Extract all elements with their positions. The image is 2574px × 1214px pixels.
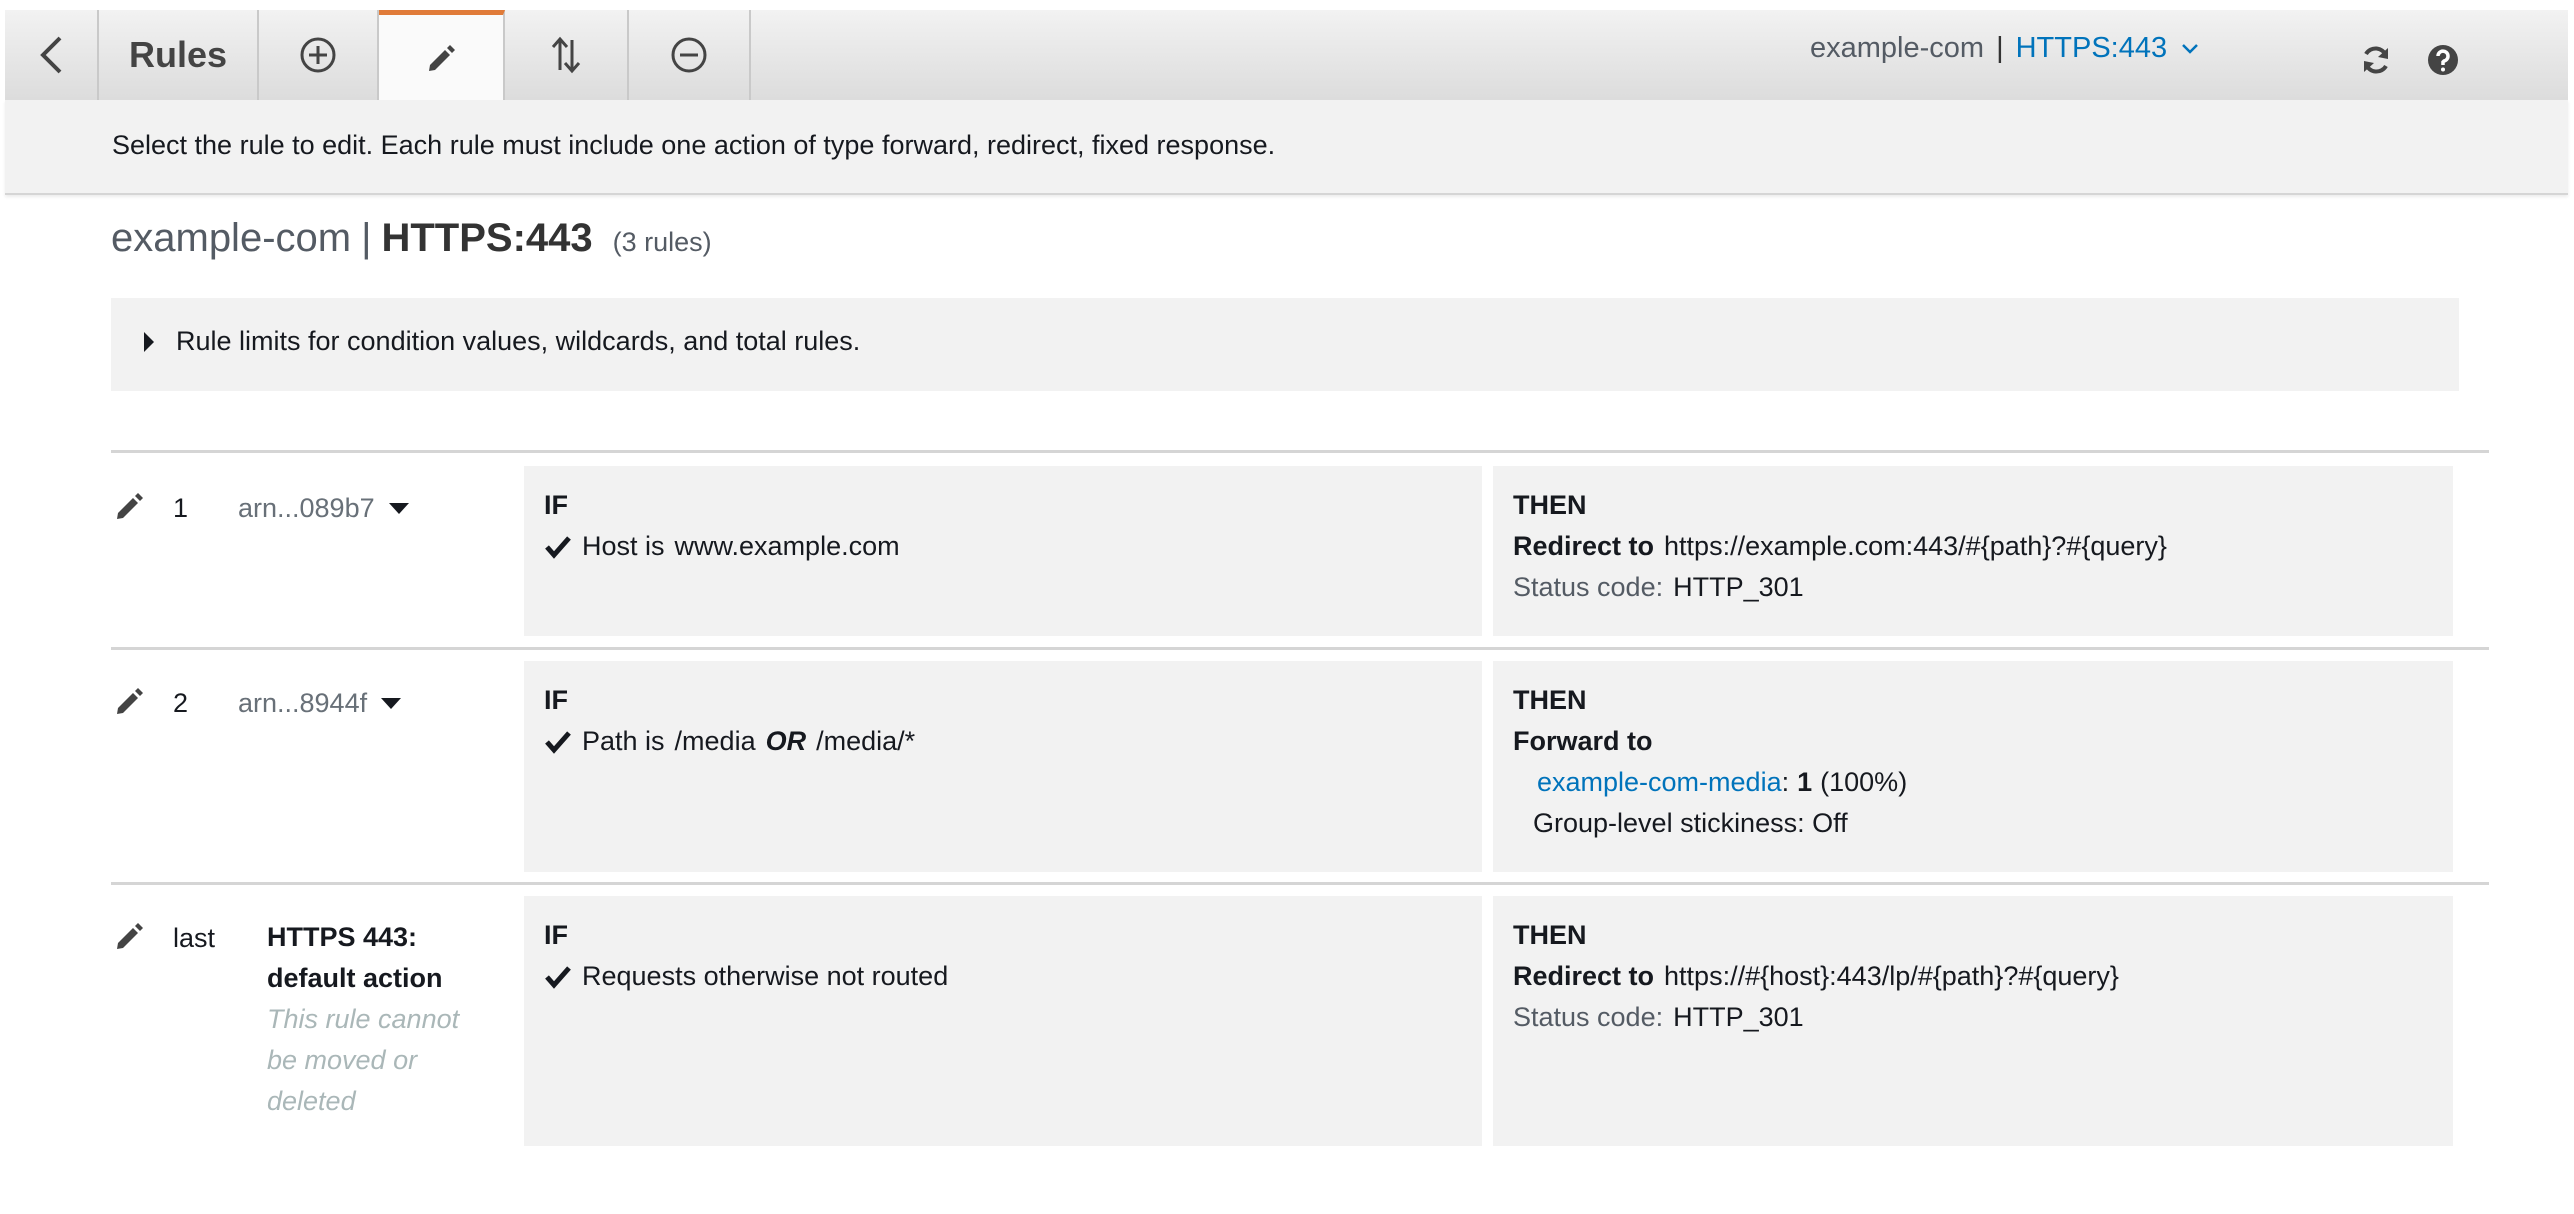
pencil-icon[interactable] xyxy=(114,686,144,716)
default-action-title: HTTPS 443: default action xyxy=(267,917,443,999)
default-title-line: HTTPS 443: xyxy=(267,922,418,952)
condition-value: /media xyxy=(674,726,756,756)
listener-selector[interactable]: example-com | HTTPS:443 xyxy=(1810,32,2199,65)
checkmark-icon xyxy=(545,965,571,989)
caret-down-icon xyxy=(388,502,409,514)
listener-separator: | xyxy=(1996,32,2004,64)
pencil-icon[interactable] xyxy=(114,491,144,521)
plus-circle-icon xyxy=(300,37,336,73)
status-line: Status code: HTTP_301 xyxy=(1513,1002,2433,1033)
condition-text: Requests otherwise not routed xyxy=(582,961,949,991)
default-note-line: This rule cannot xyxy=(267,1004,460,1034)
rule-arn: arn...089b7 xyxy=(238,493,375,523)
pencil-icon[interactable] xyxy=(114,921,144,951)
add-rule-button[interactable] xyxy=(259,10,379,100)
default-note-line: be moved or xyxy=(267,1045,418,1075)
info-text: Select the rule to edit. Each rule must … xyxy=(112,130,1276,160)
rule-priority: 2 xyxy=(173,688,189,718)
reorder-rules-button[interactable] xyxy=(505,10,629,100)
caret-down-icon xyxy=(381,697,402,709)
listener-protocol: HTTPS:443 xyxy=(2015,32,2168,64)
toolbar: Rules example-com | HTTPS:443 xyxy=(5,10,2568,101)
action-line: Redirect to https://#{host}:443/lp/#{pat… xyxy=(1513,961,2433,992)
condition-value: www.example.com xyxy=(674,531,900,561)
rule-actions-panel: THEN Redirect to https://example.com:443… xyxy=(1493,466,2453,636)
then-label: THEN xyxy=(1513,920,1587,950)
rule-arn: arn...8944f xyxy=(238,688,368,718)
stickiness: Group-level stickiness: Off xyxy=(1533,808,1848,838)
rule-limits-label: Rule limits for condition values, wildca… xyxy=(176,326,861,356)
rule-priority: 1 xyxy=(173,493,189,523)
rule-priority: last xyxy=(173,923,216,953)
minus-circle-icon xyxy=(671,37,707,73)
target-weight-percent: (100%) xyxy=(1820,767,1908,797)
rule-count: (3 rules) xyxy=(612,227,712,257)
rule-conditions-panel: IF Path is /media OR /media/* xyxy=(524,661,1482,872)
condition-line: Path is /media OR /media/* xyxy=(544,726,1462,757)
listener-heading: example-com | HTTPS:443 (3 rules) xyxy=(111,216,712,261)
chevron-down-icon xyxy=(2182,43,2198,54)
if-label: IF xyxy=(544,685,568,715)
rule-row-1: 1 arn...089b7 IF Host is www.example.com… xyxy=(111,453,2489,647)
rule-actions-panel: THEN Forward to example-com-media : 1 (1… xyxy=(1493,661,2453,872)
heading-separator: | xyxy=(361,216,372,260)
condition-field: Host is xyxy=(582,531,665,561)
target-separator: : xyxy=(1781,767,1790,797)
redirect-url: https://#{host}:443/lp/#{path}?#{query} xyxy=(1664,961,2119,991)
then-label: THEN xyxy=(1513,685,1587,715)
default-title-line: default action xyxy=(267,963,443,993)
pencil-icon xyxy=(429,44,455,71)
rule-actions-panel: THEN Redirect to https://#{host}:443/lp/… xyxy=(1493,896,2453,1146)
rule-conditions-panel: IF Host is www.example.com xyxy=(524,466,1482,636)
status-code-value: HTTP_301 xyxy=(1673,572,1804,602)
action-line: Redirect to https://example.com:443/#{pa… xyxy=(1513,531,2433,562)
action-type: Redirect to xyxy=(1513,961,1655,991)
page-title: Rules xyxy=(99,10,259,100)
target-group-link[interactable]: example-com-media xyxy=(1537,767,1782,798)
checkmark-icon xyxy=(545,730,571,754)
condition-line: Requests otherwise not routed xyxy=(544,961,1462,992)
action-type: Redirect to xyxy=(1513,531,1655,561)
caret-right-icon xyxy=(144,332,154,352)
target-group-line: example-com-media : 1 (100%) xyxy=(1513,767,2433,798)
rule-row-2: 2 arn...8944f IF Path is /media OR /medi… xyxy=(111,650,2489,882)
redirect-url: https://example.com:443/#{path}?#{query} xyxy=(1664,531,2167,561)
status-code-label: Status code: xyxy=(1513,1002,1664,1032)
condition-field: Path is xyxy=(582,726,665,756)
condition-value: /media/* xyxy=(816,726,916,756)
target-weight: 1 xyxy=(1797,767,1813,797)
rule-row-default: last HTTPS 443: default action This rule… xyxy=(111,885,2489,1146)
listener-lb-name: example-com xyxy=(1810,32,1985,64)
delete-rule-button[interactable] xyxy=(629,10,751,100)
reorder-arrows-icon xyxy=(551,36,581,74)
status-code-label: Status code: xyxy=(1513,572,1664,602)
heading-lb-name: example-com xyxy=(111,216,352,260)
status-line: Status code: HTTP_301 xyxy=(1513,572,2433,603)
info-bar: Select the rule to edit. Each rule must … xyxy=(5,100,2568,195)
rule-limits-expander[interactable]: Rule limits for condition values, wildca… xyxy=(111,298,2459,391)
back-button[interactable] xyxy=(5,10,99,100)
rule-arn-dropdown[interactable]: arn...8944f xyxy=(238,688,402,719)
chevron-left-icon xyxy=(40,36,62,74)
rule-arn-dropdown[interactable]: arn...089b7 xyxy=(238,493,409,524)
refresh-icon[interactable] xyxy=(2360,44,2392,76)
if-label: IF xyxy=(544,490,568,520)
condition-line: Host is www.example.com xyxy=(544,531,1462,562)
help-icon[interactable] xyxy=(2427,44,2459,76)
then-label: THEN xyxy=(1513,490,1587,520)
if-label: IF xyxy=(544,920,568,950)
status-code-value: HTTP_301 xyxy=(1673,1002,1804,1032)
edit-rules-tab[interactable] xyxy=(379,10,505,100)
default-rule-note: This rule cannot be moved or deleted xyxy=(267,999,459,1122)
rule-conditions-panel: IF Requests otherwise not routed xyxy=(524,896,1482,1146)
action-type: Forward to xyxy=(1513,726,1653,756)
checkmark-icon xyxy=(545,535,571,559)
heading-protocol: HTTPS:443 xyxy=(381,216,593,260)
default-note-line: deleted xyxy=(267,1086,356,1116)
condition-or: OR xyxy=(765,726,807,756)
